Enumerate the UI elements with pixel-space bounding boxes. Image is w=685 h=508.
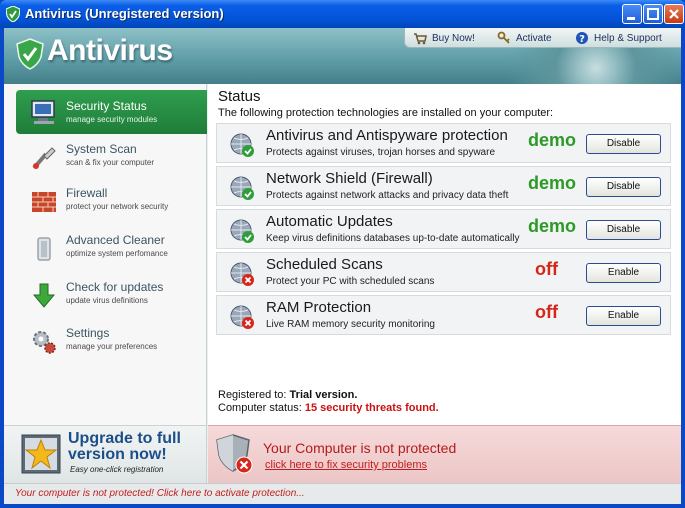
warning-panel: Your Computer is not protected click her…: [208, 425, 681, 483]
disable-button[interactable]: Disable: [586, 177, 661, 197]
app-header: Antivirus Buy Now! Activate ? Help & Sup…: [4, 28, 681, 84]
app-logo-text: Antivirus: [47, 34, 173, 67]
sidebar-item-firewall[interactable]: Firewall protect your network security: [16, 180, 207, 226]
app-window: Antivirus (Unregistered version) Antivir…: [0, 0, 685, 508]
globe-check-icon: [230, 176, 254, 200]
title-bar[interactable]: Antivirus (Unregistered version): [0, 0, 685, 28]
window-title: Antivirus (Unregistered version): [25, 6, 224, 21]
page-subtitle: The following protection technologies ar…: [218, 107, 554, 119]
protection-description: Keep virus definitions databases up-to-d…: [266, 233, 520, 244]
main-panel: Status The following protection technolo…: [208, 84, 681, 425]
shield-error-icon: [216, 434, 253, 474]
sidebar-item-sublabel: update virus definitions: [66, 296, 148, 305]
protection-row-scheduled-scans: Scheduled Scans Protect your PC with sch…: [216, 252, 671, 292]
star-badge-icon: [21, 434, 61, 474]
protection-description: Live RAM memory security monitoring: [266, 319, 435, 330]
computer-status-info: Computer status: 15 security threats fou…: [218, 402, 439, 414]
protection-row-network-shield: Network Shield (Firewall) Protects again…: [216, 166, 671, 206]
upgrade-panel[interactable]: Upgrade to full version now! Easy one-cl…: [4, 425, 207, 483]
scan-icon: [32, 147, 56, 170]
protection-name: Scheduled Scans: [266, 256, 383, 273]
enable-button[interactable]: Enable: [586, 306, 661, 326]
help-icon: ?: [576, 32, 588, 45]
minimize-icon: [627, 17, 635, 20]
sidebar-item-settings[interactable]: Settings manage your preferences: [16, 320, 207, 366]
sidebar-item-label: Check for updates: [66, 280, 164, 294]
close-button[interactable]: [664, 4, 684, 24]
protection-name: RAM Protection: [266, 299, 372, 316]
protection-state: demo: [528, 130, 577, 150]
protection-state: off: [535, 302, 558, 322]
sidebar-item-label: Settings: [66, 326, 110, 340]
settings-icon: [33, 331, 56, 354]
sidebar-item-sublabel: manage security modules: [66, 115, 158, 124]
firewall-icon: [32, 192, 56, 212]
svg-text:?: ?: [579, 34, 585, 45]
enable-button[interactable]: Enable: [586, 263, 661, 283]
status-bar: Your computer is not protected! Click he…: [4, 483, 681, 504]
sidebar-item-label: Firewall: [66, 186, 108, 200]
close-icon: [669, 9, 679, 19]
shield-check-icon: [16, 38, 44, 70]
protection-state: demo: [528, 173, 577, 193]
globe-check-icon: [230, 133, 254, 157]
download-arrow-icon: [32, 283, 56, 308]
sidebar-item-sublabel: manage your preferences: [66, 342, 158, 351]
sidebar-item-label: Advanced Cleaner: [66, 233, 165, 247]
protection-row-antivirus: Antivirus and Antispyware protection Pro…: [216, 123, 671, 163]
protection-name: Network Shield (Firewall): [266, 170, 433, 187]
globe-error-icon: [230, 262, 254, 286]
page-title: Status: [218, 88, 261, 105]
computer-status-value: 15 security threats found.: [304, 402, 439, 414]
fix-problems-link[interactable]: click here to fix security problems: [265, 459, 427, 471]
activate-protection-link[interactable]: Your computer is not protected! Click he…: [15, 488, 305, 499]
disable-button[interactable]: Disable: [586, 134, 661, 154]
protection-state: demo: [528, 216, 577, 236]
protection-name: Antivirus and Antispyware protection: [266, 127, 508, 144]
buy-now-label: Buy Now!: [432, 32, 475, 44]
upgrade-subtitle: Easy one-click registration: [70, 465, 164, 474]
buy-now-button[interactable]: Buy Now!: [413, 30, 475, 46]
registered-value: Trial version.: [289, 389, 358, 401]
globe-check-icon: [230, 219, 254, 243]
shield-icon: [6, 6, 20, 22]
help-support-label: Help & Support: [594, 32, 662, 44]
registered-label: Registered to:: [218, 389, 287, 401]
monitor-icon: [31, 100, 55, 124]
protection-state: off: [535, 259, 558, 279]
protection-description: Protect your PC with scheduled scans: [266, 276, 435, 287]
sidebar-item-sublabel: scan & fix your computer: [66, 158, 155, 167]
protection-name: Automatic Updates: [266, 213, 393, 230]
sidebar-item-sublabel: protect your network security: [66, 202, 169, 211]
top-navigation: Buy Now! Activate ? Help & Support: [404, 28, 681, 48]
help-support-button[interactable]: ? Help & Support: [575, 30, 662, 46]
disable-button[interactable]: Disable: [586, 220, 661, 240]
cart-icon: [414, 33, 427, 45]
protection-row-automatic-updates: Automatic Updates Keep virus definitions…: [216, 209, 671, 249]
computer-status-label: Computer status:: [218, 402, 302, 414]
protection-description: Protects against viruses, trojan horses …: [266, 147, 495, 158]
sidebar-item-check-updates[interactable]: Check for updates update virus definitio…: [16, 274, 207, 320]
globe-error-icon: [230, 305, 254, 329]
activate-label: Activate: [516, 32, 552, 44]
protection-row-ram-protection: RAM Protection Live RAM memory security …: [216, 295, 671, 335]
key-icon: [497, 31, 510, 44]
sidebar: Security Status manage security modules …: [4, 84, 207, 425]
registration-info: Registered to: Trial version.: [218, 389, 357, 401]
client-area: Antivirus Buy Now! Activate ? Help & Sup…: [4, 28, 681, 504]
maximize-icon: [647, 8, 659, 20]
protection-description: Protects against network attacks and pri…: [266, 190, 509, 201]
sidebar-item-label: Security Status: [66, 99, 147, 113]
cleaner-icon: [37, 237, 51, 261]
sidebar-item-label: System Scan: [66, 142, 137, 156]
upgrade-title[interactable]: Upgrade to full version now!: [68, 431, 203, 463]
warning-title: Your Computer is not protected: [263, 440, 457, 456]
sidebar-item-security-status[interactable]: Security Status manage security modules: [16, 90, 207, 134]
sidebar-item-system-scan[interactable]: System Scan scan & fix your computer: [16, 136, 207, 182]
maximize-button[interactable]: [643, 4, 663, 24]
sidebar-item-sublabel: optimize system perfomance: [66, 249, 168, 258]
sidebar-item-advanced-cleaner[interactable]: Advanced Cleaner optimize system perfoma…: [16, 227, 207, 273]
activate-button[interactable]: Activate: [497, 30, 552, 46]
minimize-button[interactable]: [622, 4, 642, 24]
